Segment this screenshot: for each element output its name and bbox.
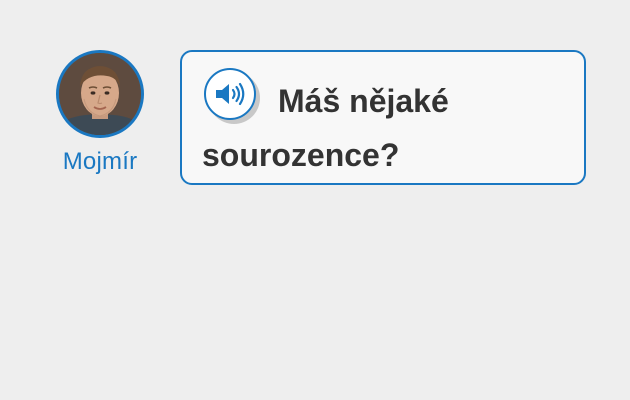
speaker-name: Mojmír — [62, 148, 138, 175]
bubble-text: Máš nějaké sourozence? — [202, 83, 449, 173]
speech-bubble: Máš nějaké sourozence? — [180, 50, 586, 185]
speaker-volume-icon — [216, 82, 245, 106]
avatar — [56, 50, 144, 138]
play-audio-button[interactable] — [204, 68, 256, 120]
speaker: Mojmír — [40, 50, 160, 176]
avatar-portrait — [59, 53, 141, 135]
dialogue-screen: Mojmír Máš nějaké sourozence? — [0, 0, 630, 400]
